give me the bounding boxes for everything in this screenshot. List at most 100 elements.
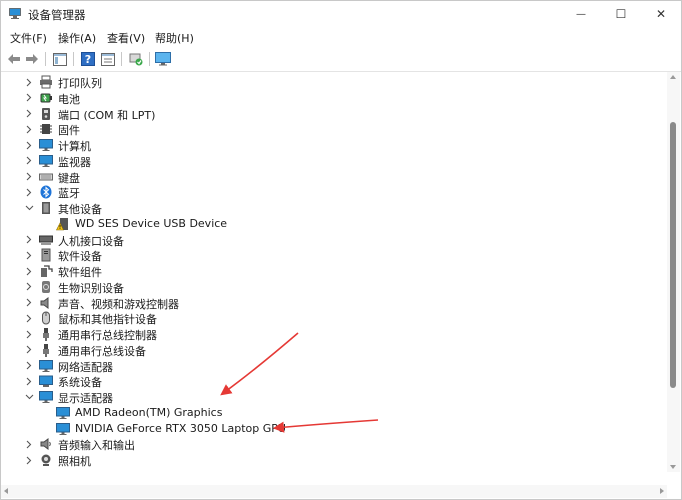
- menu-view[interactable]: 查看(V): [107, 30, 145, 46]
- device-manager-app-icon: [9, 8, 21, 19]
- tree-item-biometric[interactable]: 生物识别设备: [1, 279, 665, 295]
- menu-file[interactable]: 文件(F): [10, 30, 47, 46]
- chevron-right-icon[interactable]: [24, 155, 34, 167]
- printer-icon: [39, 75, 53, 89]
- device-tree[interactable]: 打印队列电池 端口 (COM 和 LPT) 固件计算机 监视器 键盘蓝牙其他设备 WD S…: [1, 72, 665, 472]
- properties-button[interactable]: [100, 51, 116, 67]
- tree-item-label: 通用串行总线设备: [58, 344, 146, 358]
- tree-item-software-components[interactable]: 软件组件: [1, 263, 665, 279]
- tree-item-label: 通用串行总线控制器: [58, 329, 157, 342]
- scroll-up-arrow[interactable]: [670, 75, 676, 79]
- scan-hardware-button[interactable]: [128, 51, 144, 67]
- scroll-right-arrow[interactable]: [660, 488, 664, 494]
- tree-item-audio-io[interactable]: 音频输入和输出: [1, 436, 665, 452]
- menu-action[interactable]: 操作(A): [58, 30, 96, 46]
- tree-item-monitors[interactable]: 监视器: [1, 153, 665, 169]
- tree-item-ports[interactable]: 端口 (COM 和 LPT): [1, 106, 665, 122]
- tree-item-label: 电池: [58, 92, 80, 106]
- computer-icon: [39, 138, 53, 152]
- tree-item-label: 软件组件: [58, 266, 102, 279]
- tree-item-software-devices[interactable]: 软件设备: [1, 247, 665, 263]
- chevron-right-icon[interactable]: [24, 328, 34, 340]
- scroll-thumb[interactable]: [670, 121, 676, 388]
- chevron-right-icon[interactable]: [24, 108, 34, 120]
- tree-item-mice[interactable]: 鼠标和其他指针设备: [1, 310, 665, 326]
- tree-item-network-adapters[interactable]: 网络适配器: [1, 358, 665, 374]
- horizontal-scrollbar[interactable]: [1, 485, 667, 498]
- tree-item-usb-devices[interactable]: 通用串行总线设备: [1, 342, 665, 358]
- tree-item-bluetooth[interactable]: 蓝牙: [1, 184, 665, 200]
- forward-icon: [26, 54, 38, 64]
- monitor-button[interactable]: [155, 51, 171, 67]
- tree-item-label: 其他设备: [58, 203, 102, 216]
- tree-child-item[interactable]: WD SES Device USB Device: [1, 216, 665, 232]
- tree-item-computer[interactable]: 计算机: [1, 137, 665, 153]
- chevron-right-icon[interactable]: [24, 249, 34, 261]
- scan-hardware-icon: [129, 53, 143, 66]
- chevron-right-icon[interactable]: [24, 76, 34, 88]
- chevron-down-icon[interactable]: [24, 202, 34, 214]
- scroll-down-arrow[interactable]: [670, 465, 676, 469]
- chevron-right-icon[interactable]: [24, 139, 34, 151]
- chevron-right-icon[interactable]: [24, 297, 34, 309]
- chevron-right-icon[interactable]: [24, 360, 34, 372]
- maximize-button[interactable]: ☐: [601, 1, 641, 27]
- port-icon: [39, 107, 53, 121]
- tree-item-display-adapters[interactable]: 显示适配器: [1, 389, 665, 405]
- tree-item-usb-controllers[interactable]: 通用串行总线控制器: [1, 326, 665, 342]
- chevron-right-icon[interactable]: [24, 123, 34, 135]
- help-icon: ?: [81, 52, 95, 66]
- close-button[interactable]: ✕: [641, 1, 681, 27]
- menu-help[interactable]: 帮助(H): [155, 30, 194, 46]
- tree-item-other-devices[interactable]: 其他设备: [1, 200, 665, 216]
- usb-icon: [39, 327, 53, 341]
- tree-item-firmware[interactable]: 固件: [1, 121, 665, 137]
- chevron-right-icon[interactable]: [24, 234, 34, 246]
- tree-item-label: 显示适配器: [58, 392, 113, 405]
- chevron-right-icon[interactable]: [24, 375, 34, 387]
- chevron-right-icon[interactable]: [24, 344, 34, 356]
- tree-item-label: 计算机: [58, 140, 91, 153]
- tree-child-item[interactable]: NVIDIA GeForce RTX 3050 Laptop GPU: [1, 421, 665, 437]
- minimize-icon: —: [576, 8, 586, 20]
- chevron-right-icon[interactable]: [24, 281, 34, 293]
- tree-item-sound-video-game[interactable]: 声音、视频和游戏控制器: [1, 295, 665, 311]
- chevron-right-icon[interactable]: [24, 186, 34, 198]
- chevron-right-icon[interactable]: [24, 92, 34, 104]
- minimize-button[interactable]: —: [561, 1, 601, 27]
- tree-item-label: 人机接口设备: [58, 234, 124, 248]
- tree-item-cameras[interactable]: 照相机: [1, 452, 665, 468]
- console-tree-button[interactable]: [52, 51, 68, 67]
- tree-item-system-devices[interactable]: 系统设备: [1, 373, 665, 389]
- back-button[interactable]: [6, 51, 22, 67]
- chevron-right-icon[interactable]: [24, 171, 34, 183]
- tree-item-label: 蓝牙: [58, 187, 80, 201]
- tree-child-label: NVIDIA GeForce RTX 3050 Laptop GPU: [75, 421, 286, 435]
- chevron-down-icon[interactable]: [24, 391, 34, 403]
- tree-child-label: AMD Radeon(TM) Graphics: [75, 405, 223, 419]
- toolbar: ?: [1, 47, 681, 72]
- tree-item-print-queues[interactable]: 打印队列: [1, 74, 665, 90]
- scroll-left-arrow[interactable]: [4, 488, 8, 494]
- tree-item-label: 软件设备: [58, 250, 102, 264]
- chevron-right-icon[interactable]: [24, 438, 34, 450]
- vertical-scrollbar[interactable]: [667, 72, 680, 472]
- tree-item-hid[interactable]: 人机接口设备: [1, 232, 665, 248]
- menu-bar: 文件(F) 操作(A) 查看(V) 帮助(H): [1, 28, 681, 46]
- tree-item-label: 音频输入和输出: [58, 439, 135, 453]
- title-bar[interactable]: 设备管理器 — ☐ ✕: [1, 1, 681, 27]
- forward-button[interactable]: [24, 51, 40, 67]
- system-device-icon: [39, 374, 53, 388]
- unknown-device-icon: [39, 201, 53, 215]
- chevron-right-icon[interactable]: [24, 312, 34, 324]
- monitor-icon: [155, 52, 171, 66]
- chevron-right-icon[interactable]: [24, 265, 34, 277]
- tree-child-label: WD SES Device USB Device: [75, 216, 228, 230]
- chevron-right-icon[interactable]: [24, 454, 34, 466]
- help-button[interactable]: ?: [80, 51, 96, 67]
- tree-child-item[interactable]: AMD Radeon(TM) Graphics: [1, 405, 665, 421]
- hid-icon: [39, 233, 53, 247]
- close-icon: ✕: [655, 7, 667, 21]
- tree-item-batteries[interactable]: 电池: [1, 90, 665, 106]
- tree-item-keyboards[interactable]: 键盘: [1, 169, 665, 185]
